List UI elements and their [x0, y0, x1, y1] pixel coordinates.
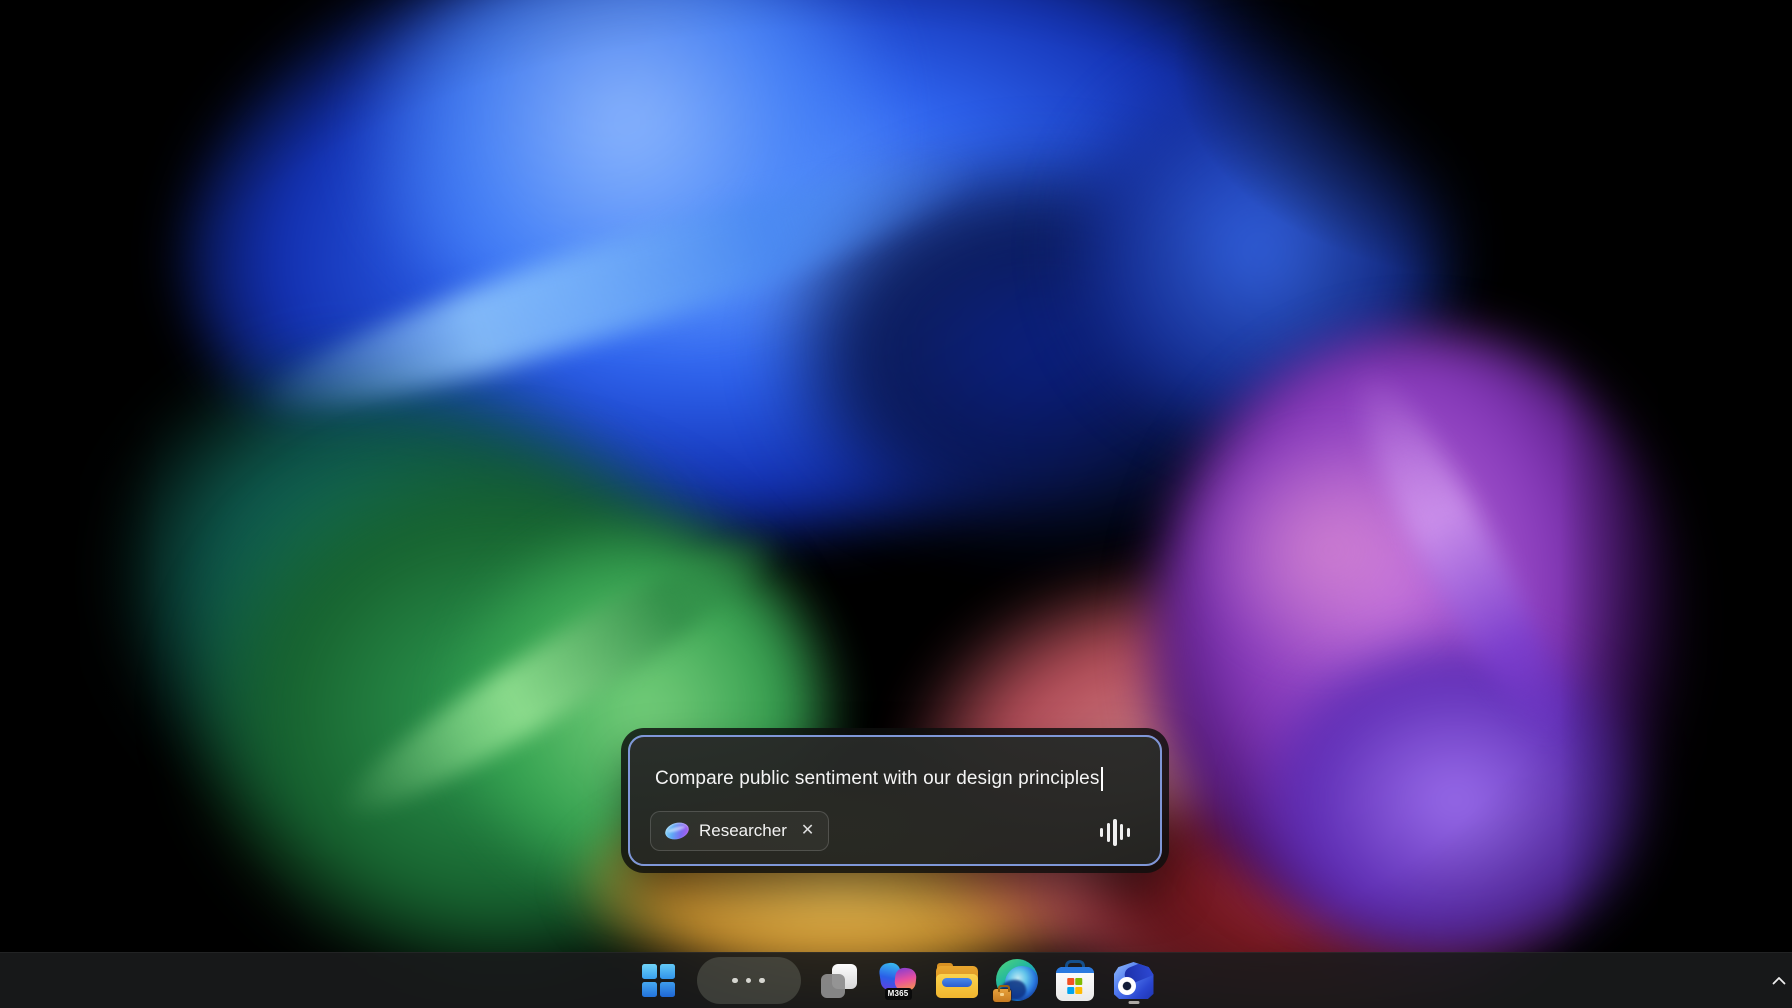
folder-icon [936, 963, 978, 998]
voice-waveform-icon [1100, 828, 1103, 837]
windows-logo-icon [642, 964, 675, 997]
tray-chevron-button[interactable] [1772, 953, 1786, 1008]
ellipsis-icon [732, 978, 738, 984]
taskbar: M365 [0, 952, 1792, 1008]
briefcase-icon [993, 989, 1011, 1002]
text-caret [1101, 767, 1103, 791]
desktop: Compare public sentiment with our design… [0, 0, 1792, 1008]
task-view-button[interactable] [818, 957, 860, 1005]
researcher-lens-icon [663, 820, 690, 842]
close-icon[interactable]: ✕ [801, 823, 814, 839]
overlapping-windows-icon [821, 964, 857, 998]
prompt-query-text: Compare public sentiment with our design… [655, 768, 1099, 790]
edge-button[interactable] [995, 957, 1037, 1005]
voice-input-button[interactable] [1098, 817, 1132, 847]
m365-badge: M365 [885, 988, 912, 1000]
video-camera-icon [1114, 962, 1154, 999]
m365-copilot-icon: M365 [877, 960, 919, 1002]
running-indicator [1128, 1001, 1139, 1004]
search-pill-button[interactable] [697, 957, 801, 1004]
file-explorer-button[interactable] [936, 957, 978, 1005]
store-bag-icon [1056, 960, 1094, 1001]
m365-copilot-button[interactable]: M365 [877, 957, 919, 1005]
agent-chip-label: Researcher [699, 821, 787, 841]
prompt-input[interactable]: Compare public sentiment with our design… [655, 765, 1140, 793]
agent-chip-researcher[interactable]: Researcher ✕ [650, 811, 829, 851]
chevron-up-icon [1772, 976, 1786, 985]
taskbar-items: M365 [638, 957, 1155, 1005]
copilot-prompt-box[interactable]: Compare public sentiment with our design… [628, 735, 1162, 866]
clipchamp-button[interactable] [1113, 957, 1155, 1005]
edge-browser-icon [995, 959, 1037, 1003]
microsoft-store-button[interactable] [1054, 957, 1096, 1005]
start-button[interactable] [638, 957, 680, 1005]
